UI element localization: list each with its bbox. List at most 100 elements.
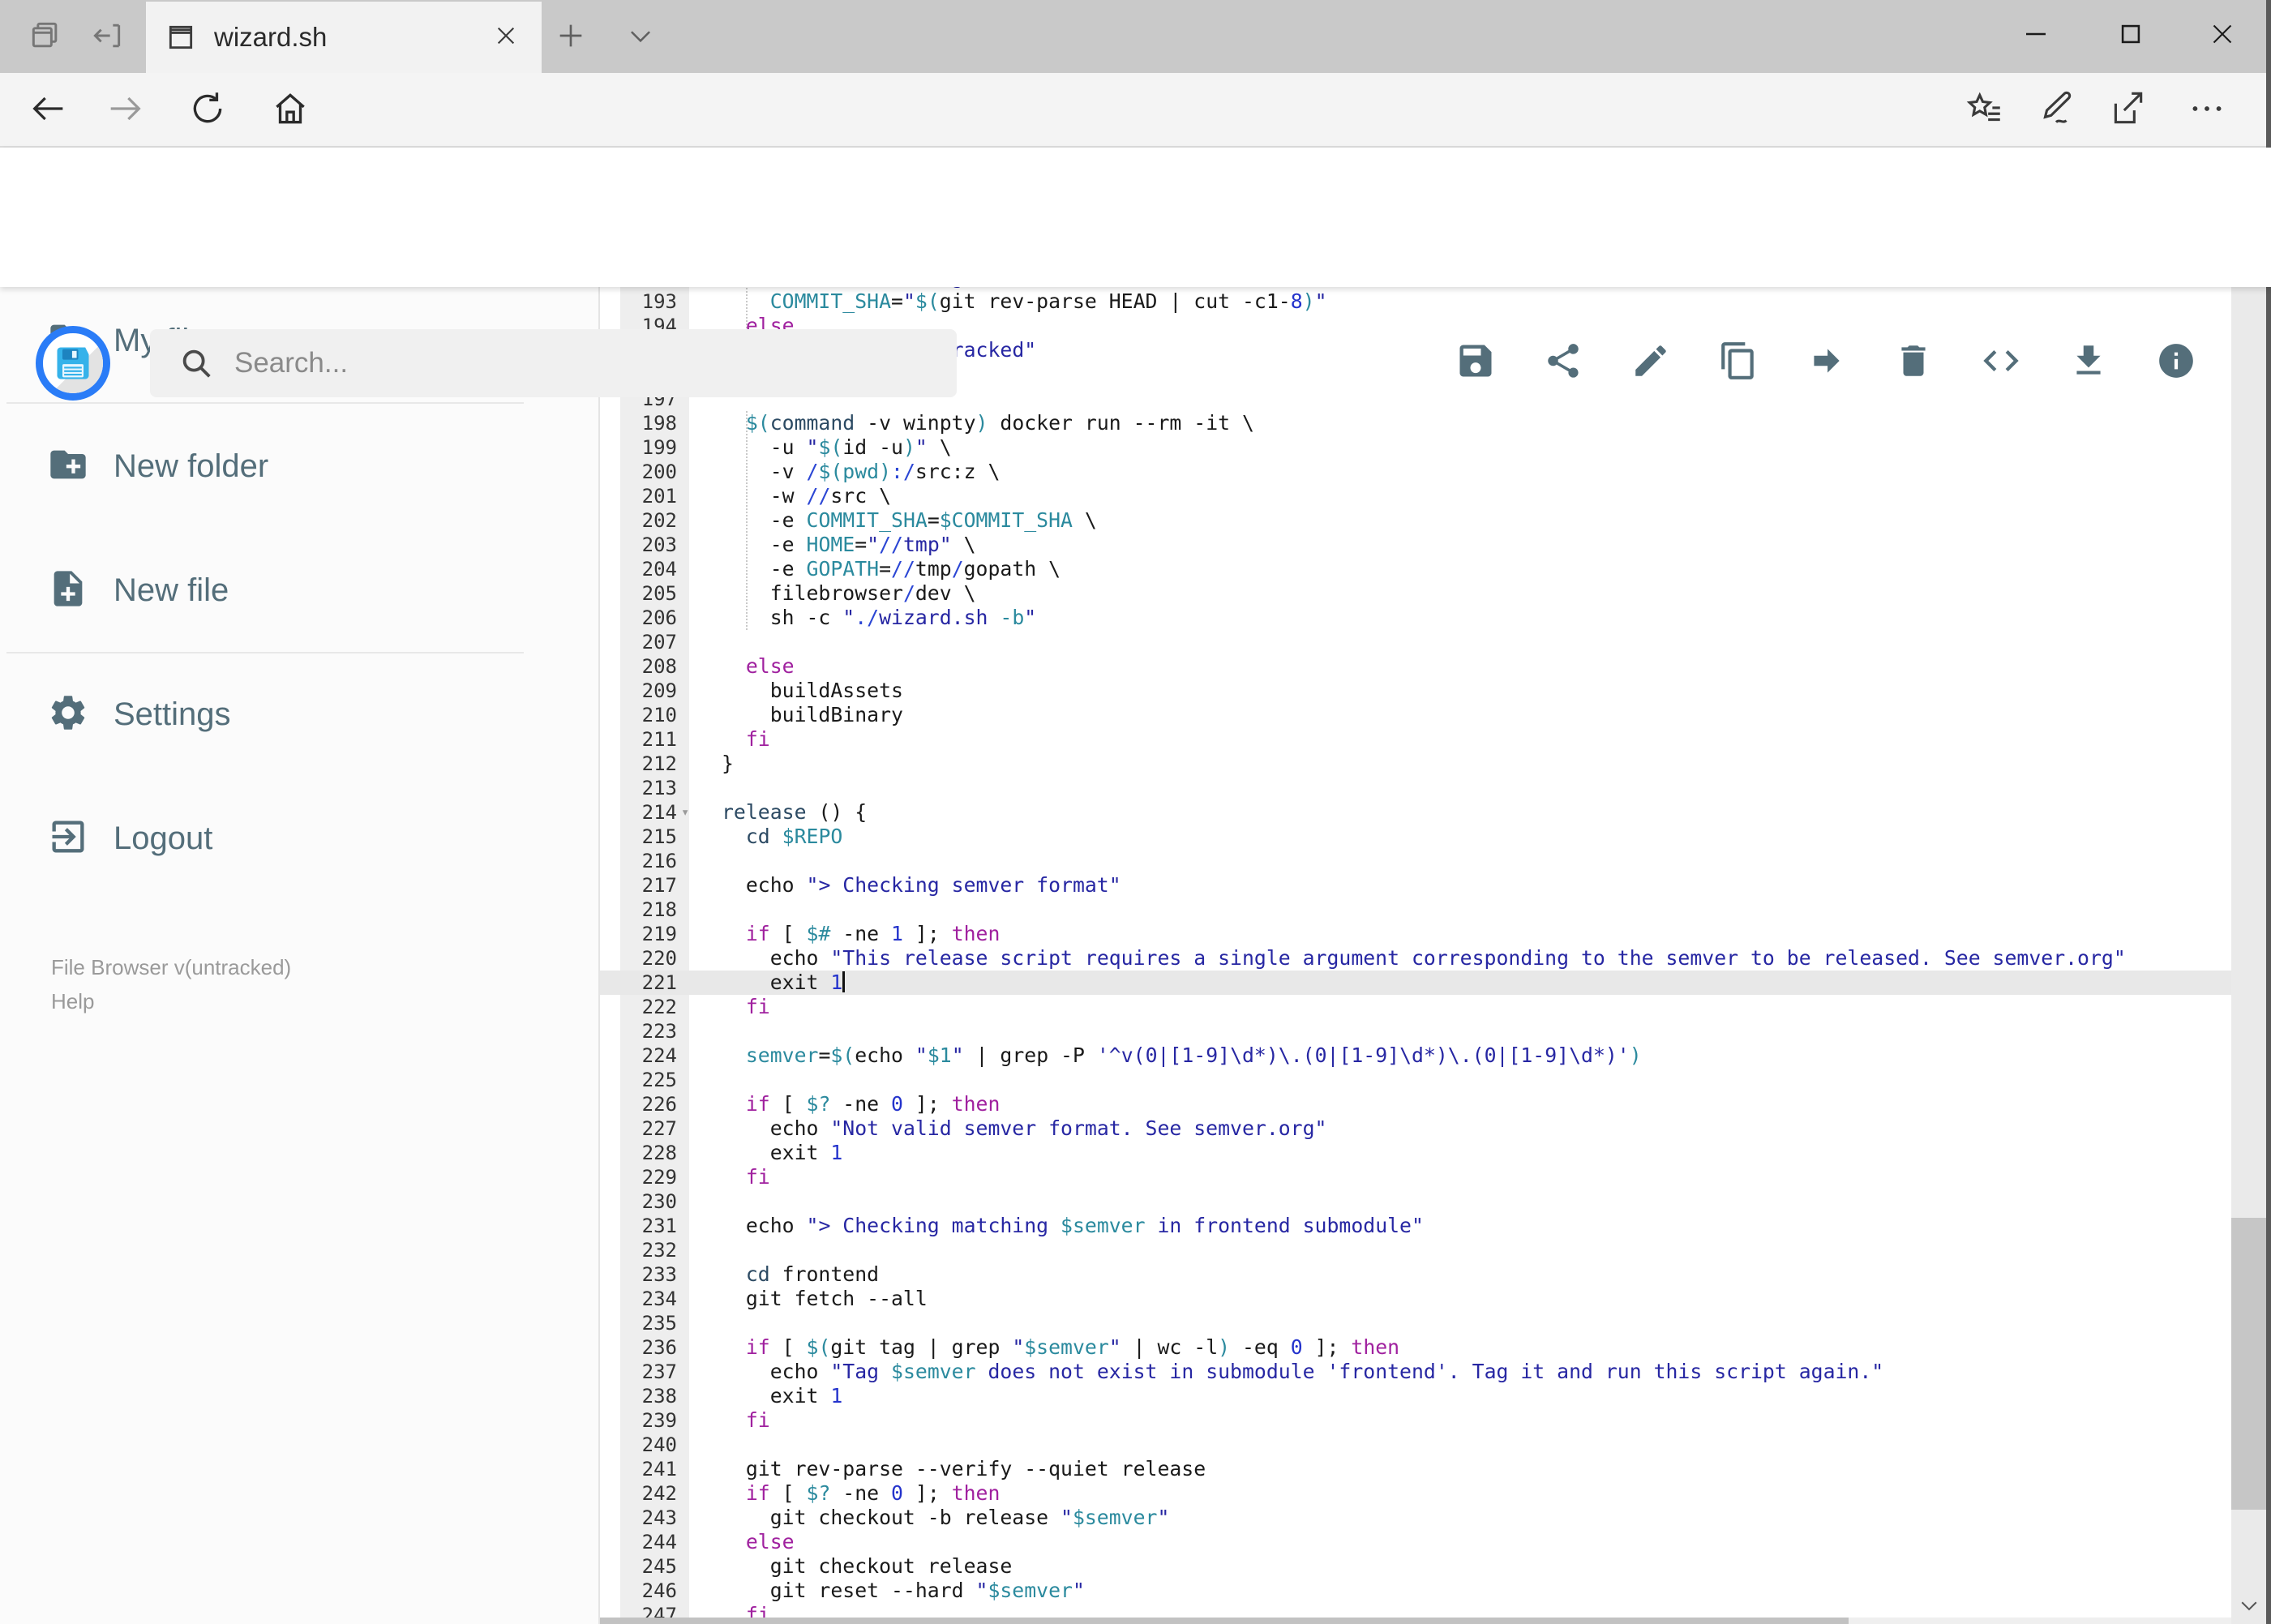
code-line[interactable]: 228 exit 1 [600,1141,2231,1165]
sidebar-item-settings[interactable]: Settings [0,670,568,759]
move-button[interactable] [1782,318,1870,407]
code-line[interactable]: 201 -w //src \ [600,484,2231,508]
code-line[interactable]: 241 git rev-parse --verify --quiet relea… [600,1457,2231,1481]
code-line[interactable]: 225 [600,1068,2231,1092]
tab-close-icon[interactable] [493,23,519,53]
annotate-button[interactable] [2025,83,2087,138]
code-editor[interactable]: 192if [ "$(command -v git)" != "" ]; the… [600,277,2231,1624]
code-line[interactable]: 232 [600,1238,2231,1262]
scroll-down-arrow-icon[interactable] [2231,1587,2266,1624]
code-line[interactable]: 227 echo "Not valid semver format. See s… [600,1116,2231,1141]
search-bar[interactable] [150,329,957,397]
vertical-scrollbar[interactable] [2231,148,2266,1624]
code-line[interactable]: 230 [600,1189,2231,1214]
tab-preview-button[interactable] [23,18,68,57]
code-line[interactable]: 229 fi [600,1165,2231,1189]
code-text: -e HOME="//tmp" \ [722,533,976,556]
search-input[interactable] [233,346,885,380]
code-line[interactable]: 220 echo "This release script requires a… [600,946,2231,971]
scrollbar-thumb[interactable] [2231,1218,2266,1510]
window-maximize-button[interactable] [2094,0,2167,71]
code-line[interactable]: 207 [600,630,2231,654]
code-line[interactable]: 212} [600,752,2231,776]
code-line[interactable]: 243 git checkout -b release "$semver" [600,1506,2231,1530]
line-number: 225 [641,1069,677,1091]
code-line[interactable]: 204 -e GOPATH=//tmp/gopath \ [600,557,2231,581]
code-line[interactable]: 231 echo "> Checking matching $semver in… [600,1214,2231,1238]
horizontal-scrollbar-thumb[interactable] [600,1618,1849,1624]
code-line[interactable]: 200 -v /$(pwd):/src:z \ [600,460,2231,484]
line-number: 216 [641,850,677,872]
sidebar-item-new-file[interactable]: New file [0,546,568,635]
browser-tab-bar: wizard.sh [0,0,2271,73]
line-number: 227 [641,1117,677,1140]
window-close-button[interactable] [2186,0,2259,71]
copy-button[interactable] [1695,318,1782,407]
forward-button[interactable] [96,83,154,138]
share-page-button[interactable] [2097,83,2158,138]
rename-button[interactable] [1607,318,1695,407]
sidebar-item-logout[interactable]: Logout [0,794,568,883]
home-button[interactable] [261,83,319,138]
code-line[interactable]: 244 else [600,1530,2231,1554]
code-line[interactable]: 245 git checkout release [600,1554,2231,1579]
new-tab-button[interactable] [545,18,597,57]
code-line[interactable]: 221 exit 1 [600,971,2231,995]
save-button[interactable] [1432,318,1519,407]
download-button[interactable] [2045,318,2132,407]
sidebar-item-new-folder[interactable]: New folder [0,422,568,511]
code-line[interactable]: 246 git reset --hard "$semver" [600,1579,2231,1603]
code-line[interactable]: 222 fi [600,995,2231,1019]
hub-favorites-button[interactable] [1954,83,2016,138]
browser-menu-button[interactable] [2176,83,2238,138]
browser-tab[interactable]: wizard.sh [146,2,542,73]
help-link[interactable]: Help [51,989,94,1014]
horizontal-scrollbar[interactable] [600,1618,2231,1624]
code-line[interactable]: 199 -u "$(id -u)" \ [600,435,2231,460]
code-line[interactable]: 206 sh -c "./wizard.sh -b" [600,606,2231,630]
code-line[interactable]: 209 buildAssets [600,679,2231,703]
code-line[interactable]: 193 COMMIT_SHA="$(git rev-parse HEAD | c… [600,289,2231,314]
window-minimize-button[interactable] [1999,0,2072,71]
code-line[interactable]: 205 filebrowser/dev \ [600,581,2231,606]
code-line[interactable]: 240 [600,1433,2231,1457]
code-line[interactable]: 219 if [ $# -ne 1 ]; then [600,922,2231,946]
refresh-button[interactable] [178,83,237,138]
info-button[interactable] [2132,318,2220,407]
code-line[interactable]: 208 else [600,654,2231,679]
code-line[interactable]: 236 if [ $(git tag | grep "$semver" | wc… [600,1335,2231,1360]
code-line[interactable]: 238 exit 1 [600,1384,2231,1408]
code-text: fi [745,1408,770,1432]
code-line[interactable]: 234 git fetch --all [600,1287,2231,1311]
code-line[interactable]: 202 -e COMMIT_SHA=$COMMIT_SHA \ [600,508,2231,533]
code-line[interactable]: 215 cd $REPO [600,825,2231,849]
code-line[interactable]: 237 echo "Tag $semver does not exist in … [600,1360,2231,1384]
line-number: 237 [641,1360,677,1383]
code-line[interactable]: 217 echo "> Checking semver format" [600,873,2231,898]
code-line[interactable]: 218 [600,898,2231,922]
code-line[interactable]: 239 fi [600,1408,2231,1433]
code-line[interactable]: 242 if [ $? -ne 0 ]; then [600,1481,2231,1506]
code-line[interactable]: 210 buildBinary [600,703,2231,727]
code-line[interactable]: 216 [600,849,2231,873]
fold-arrow-icon[interactable]: ▾ [681,800,689,825]
code-line[interactable]: 211 fi [600,727,2231,752]
share-button[interactable] [1519,318,1607,407]
code-line[interactable]: 214 ▾ release () { [600,800,2231,825]
code-line[interactable]: 226 if [ $? -ne 0 ]; then [600,1092,2231,1116]
code-text: exit 1 [722,1141,843,1164]
code-text: buildBinary [722,703,903,726]
code-line[interactable]: 223 [600,1019,2231,1043]
set-tabs-aside-button[interactable] [84,18,130,57]
code-line[interactable]: 213 [600,776,2231,800]
code-line[interactable]: 233 cd frontend [600,1262,2231,1287]
code-line[interactable]: 203 -e HOME="//tmp" \ [600,533,2231,557]
code-line[interactable]: 198 $(command -v winpty) docker run --rm… [600,411,2231,435]
code-line[interactable]: 235 [600,1311,2231,1335]
back-button[interactable] [19,83,78,138]
code-view-button[interactable] [1957,318,2045,407]
code-line[interactable]: 224 semver=$(echo "$1" | grep -P '^v(0|[… [600,1043,2231,1068]
filebrowser-logo[interactable] [36,326,110,401]
tab-list-button[interactable] [615,18,666,57]
delete-button[interactable] [1870,318,1957,407]
